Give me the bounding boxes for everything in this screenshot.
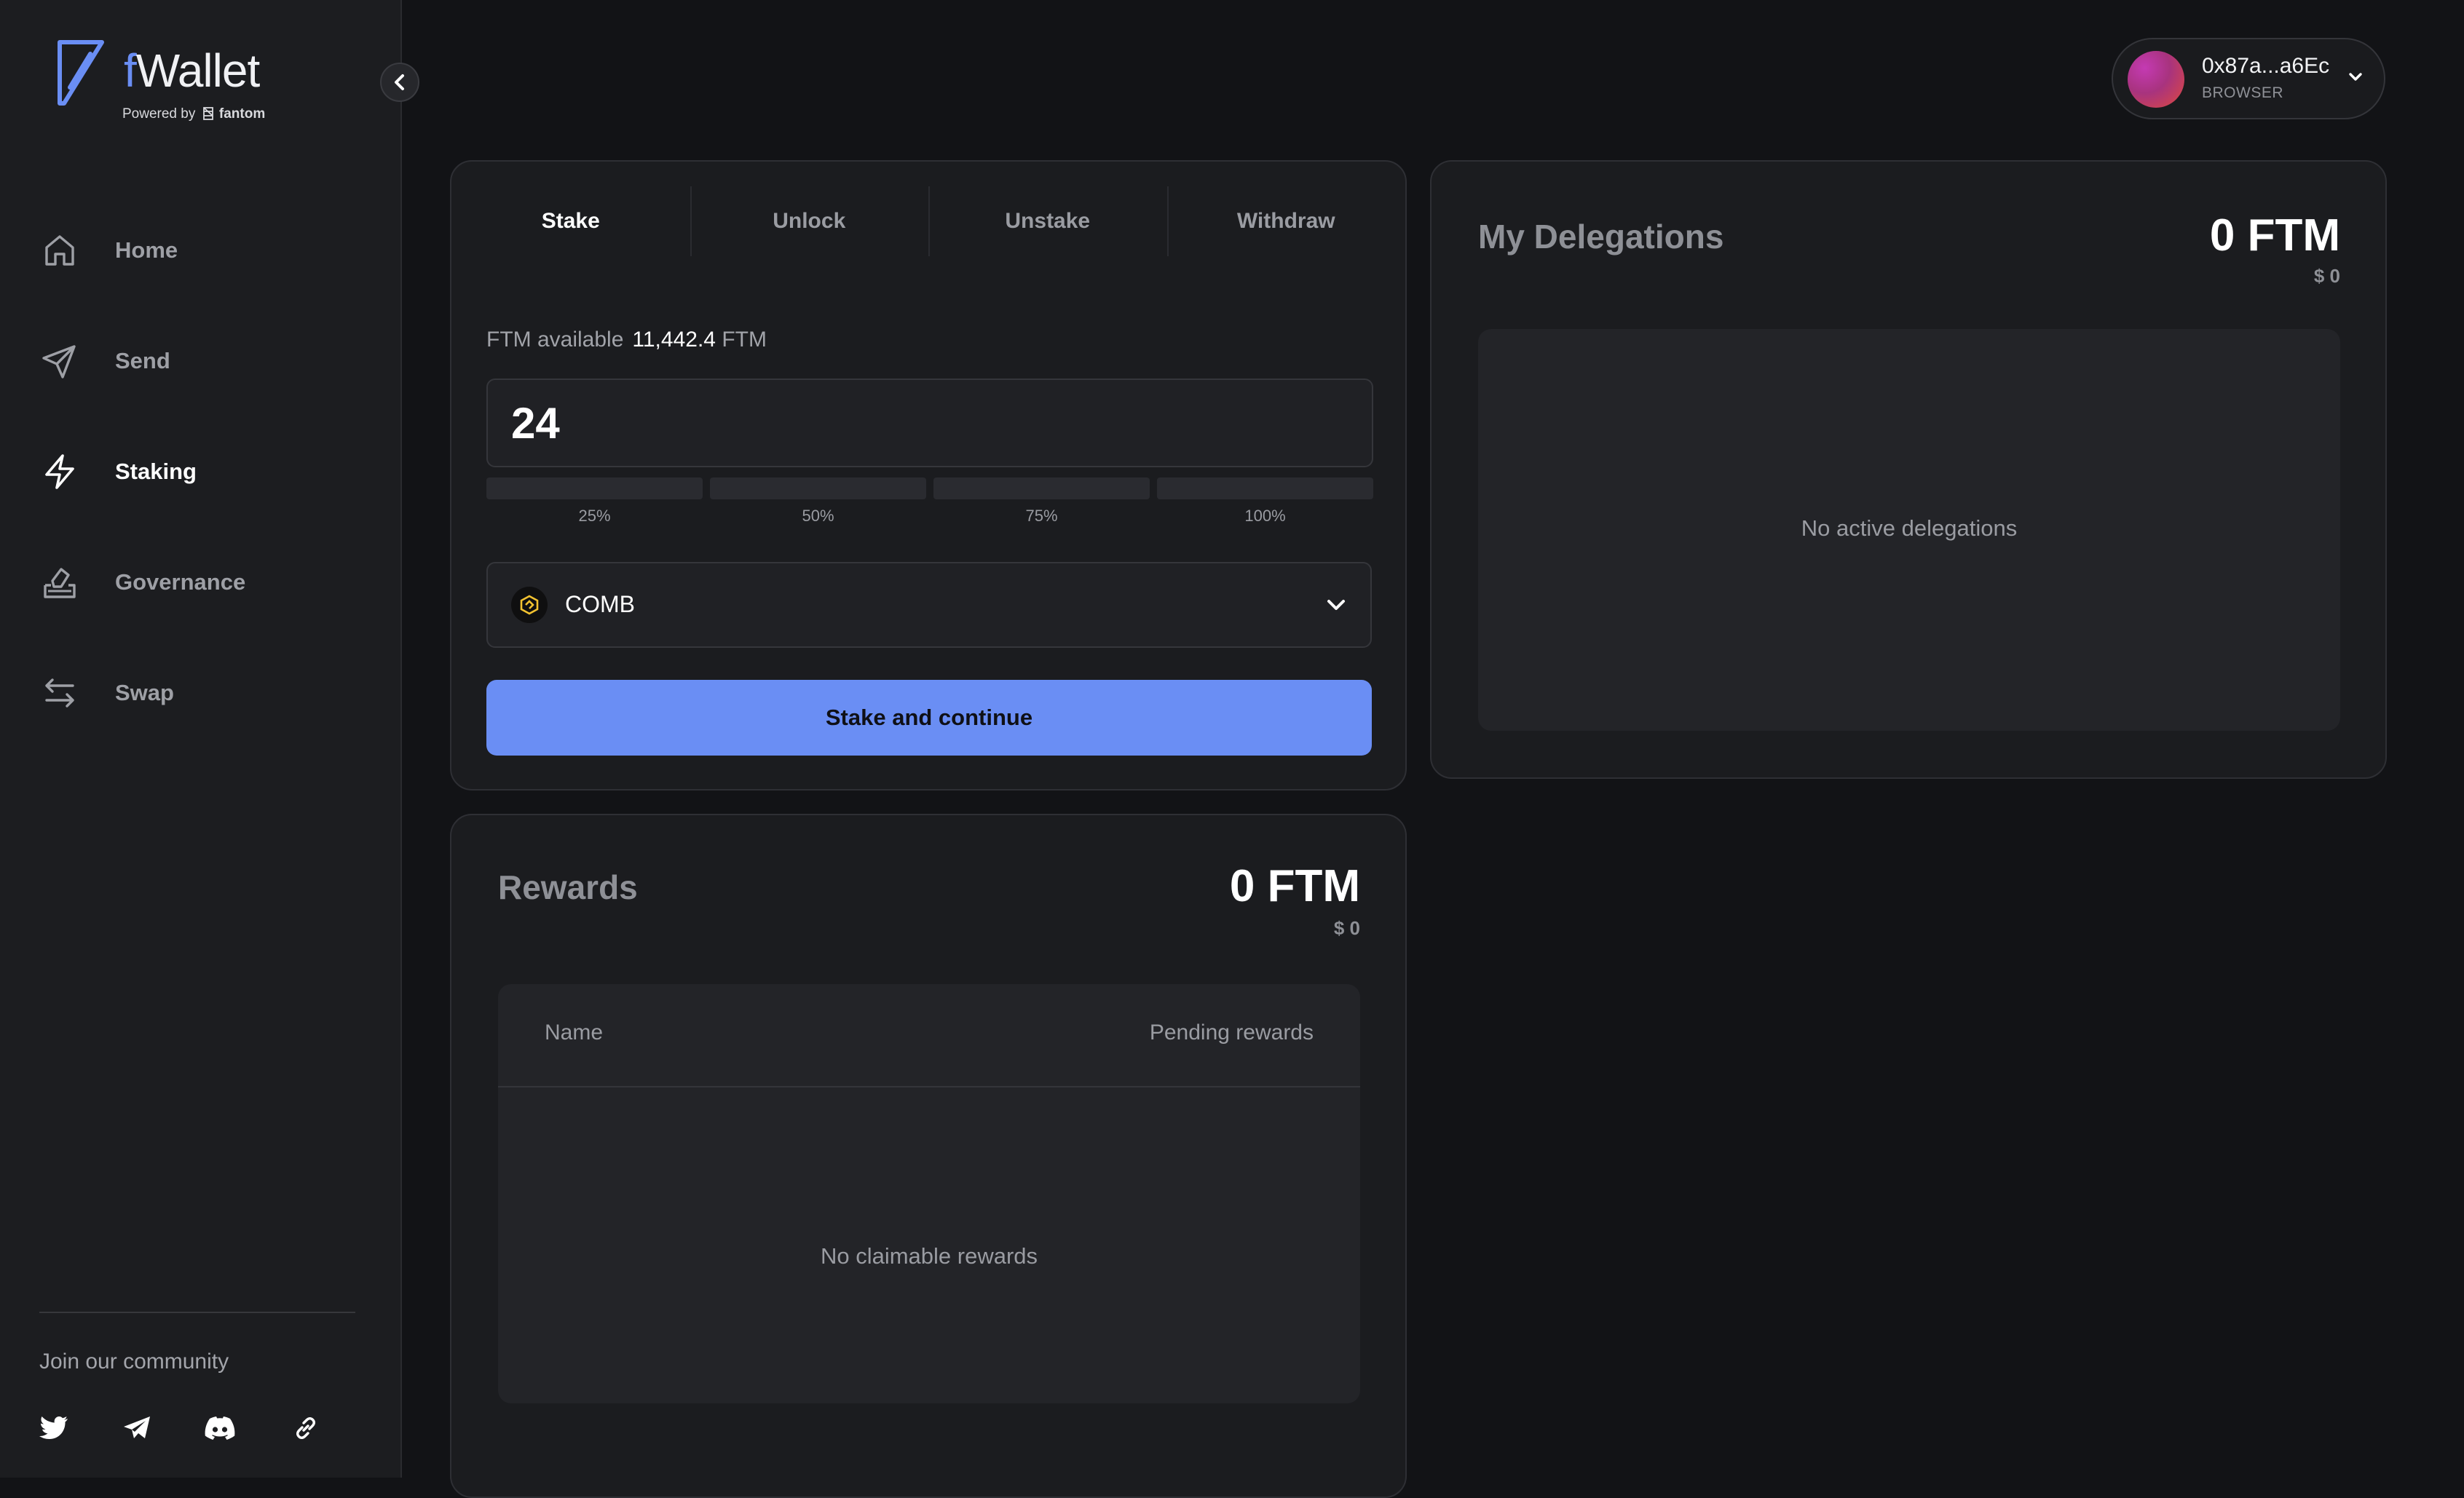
column-header-pending-rewards: Pending rewards (1149, 1021, 1314, 1045)
percent-25-button[interactable]: 25% (486, 477, 703, 526)
rewards-usd: $ 0 (1333, 917, 1360, 939)
empty-state-text: No claimable rewards (820, 1243, 1038, 1269)
twitter-icon (39, 1416, 68, 1439)
sidebar-nav: Home Send Staking Governance Swap (0, 195, 402, 748)
powered-by: Powered by fantom (122, 106, 266, 122)
rewards-card: Rewards 0 FTM $ 0 Name Pending rewards N… (450, 814, 1407, 1498)
delegations-list: No active delegations (1478, 329, 2340, 731)
validator-select[interactable]: COMB (486, 562, 1372, 648)
available-amount: 11,442.4 (632, 328, 716, 352)
sidebar-item-staking[interactable]: Staking (0, 416, 402, 527)
rewards-table: Name Pending rewards No claimable reward… (498, 984, 1360, 1403)
fwallet-logo-icon (58, 40, 104, 106)
wallet-account-button[interactable]: 0x87a...a6Ec BROWSER (2112, 38, 2385, 119)
chevron-down-icon (1327, 600, 1345, 610)
fantom-logo-icon (202, 107, 213, 120)
ballot-box-icon (44, 568, 76, 598)
validator-name: COMB (565, 591, 635, 617)
app-name: fWallet (124, 44, 260, 97)
sidebar-item-send[interactable]: Send (0, 306, 402, 416)
stake-tabs: Stake Unlock Unstake Withdraw (451, 162, 1405, 281)
chevron-down-icon (2349, 73, 2362, 81)
sidebar-item-home[interactable]: Home (0, 195, 402, 306)
sidebar-item-governance[interactable]: Governance (0, 527, 402, 638)
sidebar-divider (39, 1312, 355, 1313)
sidebar-item-label: Governance (115, 569, 246, 595)
community-title: Join our community (39, 1350, 229, 1374)
twitter-link[interactable] (38, 1412, 70, 1444)
sidebar: fWallet Powered by fantom Home Send Stak… (0, 0, 402, 1478)
sidebar-item-label: Home (115, 237, 178, 263)
tab-withdraw[interactable]: Withdraw (1166, 162, 1406, 281)
fwallet-logo[interactable]: fWallet Powered by fantom (54, 39, 287, 127)
ftm-available: FTM available 11,442.4 FTM (486, 328, 767, 352)
stake-card: Stake Unlock Unstake Withdraw FTM availa… (450, 160, 1407, 790)
swap-arrows-icon (45, 678, 74, 708)
telegram-link[interactable] (121, 1412, 153, 1444)
stake-and-continue-button[interactable]: Stake and continue (486, 680, 1372, 756)
discord-icon (205, 1416, 235, 1440)
tab-unstake[interactable]: Unstake (928, 162, 1167, 281)
tab-unlock[interactable]: Unlock (690, 162, 929, 281)
percent-75-button[interactable]: 75% (933, 477, 1150, 526)
avatar (2128, 51, 2184, 108)
tab-stake[interactable]: Stake (451, 162, 690, 281)
chevron-left-icon (395, 74, 404, 90)
lightning-icon (45, 454, 74, 489)
website-link[interactable] (290, 1412, 322, 1444)
collapse-sidebar-button[interactable] (380, 63, 419, 102)
sidebar-item-label: Send (115, 348, 170, 373)
rewards-title: Rewards (498, 868, 638, 906)
delegations-card: My Delegations 0 FTM $ 0 No active deleg… (1430, 160, 2387, 779)
delegations-title: My Delegations (1478, 218, 1724, 255)
sidebar-item-label: Swap (115, 680, 174, 705)
delegations-usd: $ 0 (2313, 265, 2340, 287)
delegations-amount: 0 FTM (2209, 210, 2340, 261)
comb-validator-icon (511, 587, 548, 623)
stake-amount-input[interactable] (486, 379, 1373, 467)
empty-state-text: No active delegations (1801, 515, 2018, 541)
send-icon (42, 345, 76, 379)
table-header-divider (498, 1086, 1360, 1087)
wallet-type: BROWSER (2202, 84, 2284, 101)
telegram-icon (124, 1416, 150, 1438)
percent-selector: 25% 50% 75% 100% (486, 477, 1373, 526)
percent-50-button[interactable]: 50% (710, 477, 926, 526)
discord-link[interactable] (204, 1412, 236, 1444)
home-icon (45, 235, 74, 266)
wallet-address: 0x87a...a6Ec (2202, 54, 2330, 78)
percent-100-button[interactable]: 100% (1157, 477, 1373, 526)
rewards-amount: 0 FTM (1229, 861, 1360, 911)
column-header-name: Name (545, 1021, 604, 1045)
link-icon (296, 1416, 316, 1440)
sidebar-item-label: Staking (115, 459, 197, 484)
sidebar-item-swap[interactable]: Swap (0, 638, 402, 748)
